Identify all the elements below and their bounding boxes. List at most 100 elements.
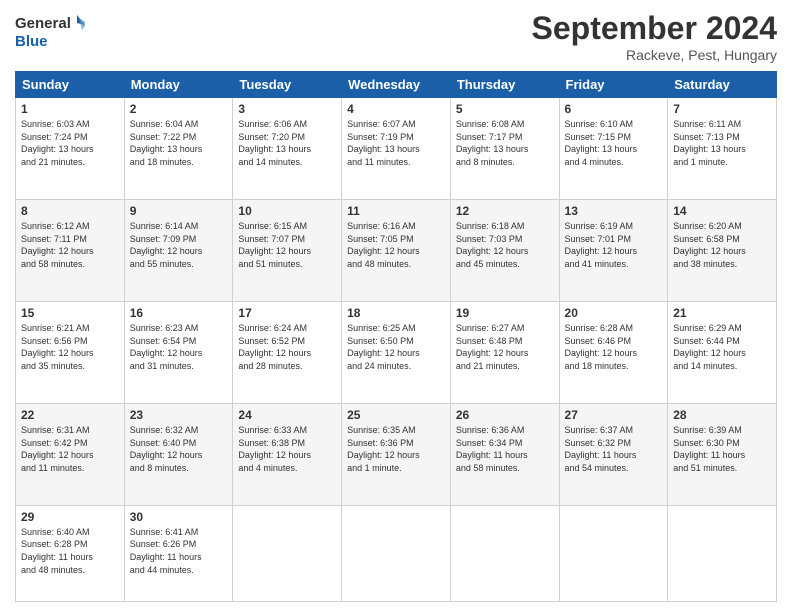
day-detail: and 1 minute. [347, 462, 445, 475]
day-detail: Daylight: 12 hours [456, 245, 554, 258]
day-detail: Sunset: 7:13 PM [673, 131, 771, 144]
day-detail: Daylight: 12 hours [673, 245, 771, 258]
day-detail: and 21 minutes. [21, 156, 119, 169]
day-detail: Sunrise: 6:27 AM [456, 322, 554, 335]
title-area: September 2024 Rackeve, Pest, Hungary [532, 10, 777, 63]
table-row: 21Sunrise: 6:29 AMSunset: 6:44 PMDayligh… [668, 301, 777, 403]
day-number: 3 [238, 102, 336, 116]
day-detail: Daylight: 12 hours [565, 347, 663, 360]
day-detail: Daylight: 11 hours [21, 551, 119, 564]
table-row: 12Sunrise: 6:18 AMSunset: 7:03 PMDayligh… [450, 199, 559, 301]
day-detail: Sunrise: 6:25 AM [347, 322, 445, 335]
day-detail: Daylight: 13 hours [673, 143, 771, 156]
day-detail: Sunset: 7:01 PM [565, 233, 663, 246]
table-row [559, 505, 668, 601]
day-number: 27 [565, 408, 663, 422]
day-detail: and 58 minutes. [21, 258, 119, 271]
day-number: 12 [456, 204, 554, 218]
day-detail: and 8 minutes. [456, 156, 554, 169]
day-detail: Sunrise: 6:39 AM [673, 424, 771, 437]
logo: General Blue [15, 10, 85, 55]
day-detail: Daylight: 12 hours [456, 347, 554, 360]
day-detail: Sunrise: 6:16 AM [347, 220, 445, 233]
day-detail: Daylight: 11 hours [130, 551, 228, 564]
day-detail: Daylight: 12 hours [347, 245, 445, 258]
day-number: 2 [130, 102, 228, 116]
day-detail: Daylight: 12 hours [238, 245, 336, 258]
col-wednesday: Wednesday [342, 72, 451, 98]
day-number: 1 [21, 102, 119, 116]
day-detail: Sunrise: 6:15 AM [238, 220, 336, 233]
day-number: 14 [673, 204, 771, 218]
day-detail: Sunset: 7:24 PM [21, 131, 119, 144]
table-row: 5Sunrise: 6:08 AMSunset: 7:17 PMDaylight… [450, 98, 559, 200]
day-detail: and 48 minutes. [347, 258, 445, 271]
day-detail: Sunrise: 6:11 AM [673, 118, 771, 131]
day-number: 22 [21, 408, 119, 422]
day-detail: Sunrise: 6:33 AM [238, 424, 336, 437]
day-detail: Sunrise: 6:32 AM [130, 424, 228, 437]
col-sunday: Sunday [16, 72, 125, 98]
table-row: 25Sunrise: 6:35 AMSunset: 6:36 PMDayligh… [342, 403, 451, 505]
day-detail: Sunrise: 6:36 AM [456, 424, 554, 437]
day-detail: Daylight: 13 hours [21, 143, 119, 156]
day-detail: Sunrise: 6:12 AM [21, 220, 119, 233]
day-detail: Sunrise: 6:41 AM [130, 526, 228, 539]
day-detail: Sunset: 6:44 PM [673, 335, 771, 348]
day-detail: and 18 minutes. [565, 360, 663, 373]
table-row [233, 505, 342, 601]
col-friday: Friday [559, 72, 668, 98]
day-detail: Sunset: 6:50 PM [347, 335, 445, 348]
day-detail: Sunrise: 6:35 AM [347, 424, 445, 437]
day-detail: and 24 minutes. [347, 360, 445, 373]
day-detail: and 11 minutes. [21, 462, 119, 475]
day-number: 18 [347, 306, 445, 320]
day-number: 28 [673, 408, 771, 422]
day-number: 9 [130, 204, 228, 218]
day-detail: Daylight: 13 hours [456, 143, 554, 156]
day-detail: and 18 minutes. [130, 156, 228, 169]
day-detail: Sunrise: 6:19 AM [565, 220, 663, 233]
day-detail: Sunrise: 6:10 AM [565, 118, 663, 131]
table-row: 15Sunrise: 6:21 AMSunset: 6:56 PMDayligh… [16, 301, 125, 403]
day-number: 6 [565, 102, 663, 116]
day-detail: Daylight: 12 hours [130, 245, 228, 258]
table-row: 7Sunrise: 6:11 AMSunset: 7:13 PMDaylight… [668, 98, 777, 200]
table-row: 8Sunrise: 6:12 AMSunset: 7:11 PMDaylight… [16, 199, 125, 301]
table-row: 23Sunrise: 6:32 AMSunset: 6:40 PMDayligh… [124, 403, 233, 505]
day-detail: Sunset: 7:03 PM [456, 233, 554, 246]
day-number: 16 [130, 306, 228, 320]
day-detail: Daylight: 12 hours [21, 245, 119, 258]
day-detail: and 38 minutes. [673, 258, 771, 271]
day-number: 26 [456, 408, 554, 422]
logo-svg: General Blue [15, 10, 85, 55]
day-detail: Sunrise: 6:06 AM [238, 118, 336, 131]
day-detail: Daylight: 12 hours [130, 449, 228, 462]
day-detail: Sunset: 6:48 PM [456, 335, 554, 348]
col-thursday: Thursday [450, 72, 559, 98]
day-detail: and 35 minutes. [21, 360, 119, 373]
day-detail: Sunrise: 6:40 AM [21, 526, 119, 539]
table-row: 2Sunrise: 6:04 AMSunset: 7:22 PMDaylight… [124, 98, 233, 200]
day-detail: Sunset: 7:17 PM [456, 131, 554, 144]
day-detail: Sunrise: 6:29 AM [673, 322, 771, 335]
day-detail: and 54 minutes. [565, 462, 663, 475]
day-number: 29 [21, 510, 119, 524]
day-number: 25 [347, 408, 445, 422]
day-detail: Daylight: 11 hours [673, 449, 771, 462]
day-detail: Daylight: 12 hours [21, 449, 119, 462]
day-detail: Sunset: 6:46 PM [565, 335, 663, 348]
table-row: 1Sunrise: 6:03 AMSunset: 7:24 PMDaylight… [16, 98, 125, 200]
day-detail: Sunset: 7:05 PM [347, 233, 445, 246]
table-row: 16Sunrise: 6:23 AMSunset: 6:54 PMDayligh… [124, 301, 233, 403]
table-row: 20Sunrise: 6:28 AMSunset: 6:46 PMDayligh… [559, 301, 668, 403]
day-detail: Sunrise: 6:37 AM [565, 424, 663, 437]
day-detail: Daylight: 12 hours [347, 449, 445, 462]
day-detail: Daylight: 13 hours [238, 143, 336, 156]
day-number: 15 [21, 306, 119, 320]
day-detail: Daylight: 12 hours [565, 245, 663, 258]
col-monday: Monday [124, 72, 233, 98]
day-detail: and 55 minutes. [130, 258, 228, 271]
day-detail: and 8 minutes. [130, 462, 228, 475]
day-detail: Sunset: 6:28 PM [21, 538, 119, 551]
